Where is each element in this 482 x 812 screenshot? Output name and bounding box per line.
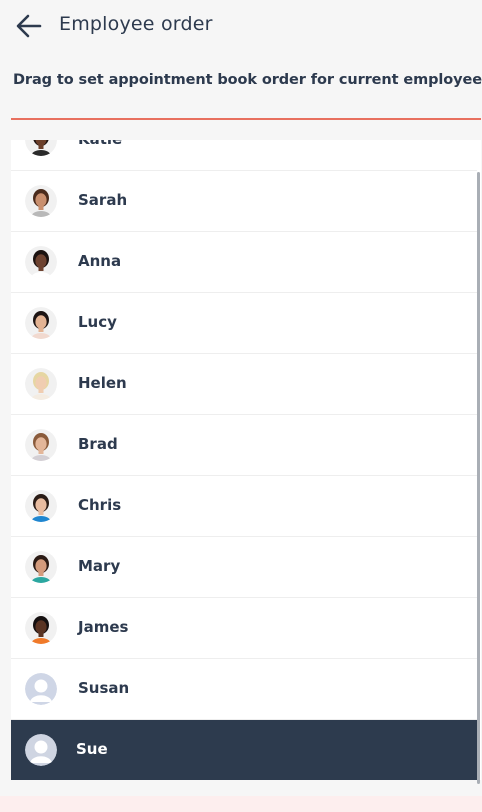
- header-bar: Employee order: [0, 0, 482, 52]
- default-avatar-icon: [25, 673, 57, 705]
- default-avatar-icon: [25, 734, 57, 766]
- employee-row-chris[interactable]: Chris: [11, 476, 477, 537]
- employee-row-sue[interactable]: Sue: [11, 720, 477, 780]
- employee-name: Susan: [78, 679, 130, 697]
- employee-row-mary[interactable]: Mary: [11, 537, 477, 598]
- arrow-left-icon: [16, 14, 42, 38]
- page-title: Employee order: [59, 13, 213, 35]
- back-button[interactable]: [14, 12, 44, 42]
- avatar: [25, 429, 57, 461]
- employee-name: Anna: [78, 252, 122, 270]
- employee-name: Helen: [78, 374, 127, 392]
- employee-row-anna[interactable]: Anna: [11, 232, 477, 293]
- employee-name: Lucy: [78, 313, 117, 331]
- scrollbar[interactable]: [477, 172, 480, 784]
- employee-list-panel: Katie Sarah Anna Lucy Helen Brad Chris Mary Jame…: [11, 140, 481, 780]
- avatar: [25, 246, 57, 278]
- employee-row-lucy[interactable]: Lucy: [11, 293, 477, 354]
- avatar: [25, 368, 57, 400]
- instruction-text: Drag to set appointment book order for c…: [13, 72, 482, 88]
- avatar: [25, 140, 57, 156]
- bottom-bar: [0, 796, 482, 812]
- employee-name: Mary: [78, 557, 121, 575]
- employee-row-brad[interactable]: Brad: [11, 415, 477, 476]
- avatar: [25, 612, 57, 644]
- subtitle-divider: [11, 118, 481, 120]
- employee-name: Sue: [76, 740, 108, 758]
- employee-row-sarah[interactable]: Sarah: [11, 171, 477, 232]
- avatar: [25, 551, 57, 583]
- avatar: [25, 185, 57, 217]
- avatar: [25, 307, 57, 339]
- employee-name: Katie: [78, 140, 122, 148]
- employee-name: Chris: [78, 496, 122, 514]
- employee-row-james[interactable]: James: [11, 598, 477, 659]
- employee-row-susan[interactable]: Susan: [11, 659, 477, 720]
- employee-name: Brad: [78, 435, 118, 453]
- employee-list[interactable]: Katie Sarah Anna Lucy Helen Brad Chris Mary Jame…: [11, 140, 477, 780]
- employee-name: Sarah: [78, 191, 128, 209]
- employee-name: James: [78, 618, 129, 636]
- employee-row-helen[interactable]: Helen: [11, 354, 477, 415]
- avatar: [25, 490, 57, 522]
- employee-row-katie[interactable]: Katie: [11, 140, 477, 171]
